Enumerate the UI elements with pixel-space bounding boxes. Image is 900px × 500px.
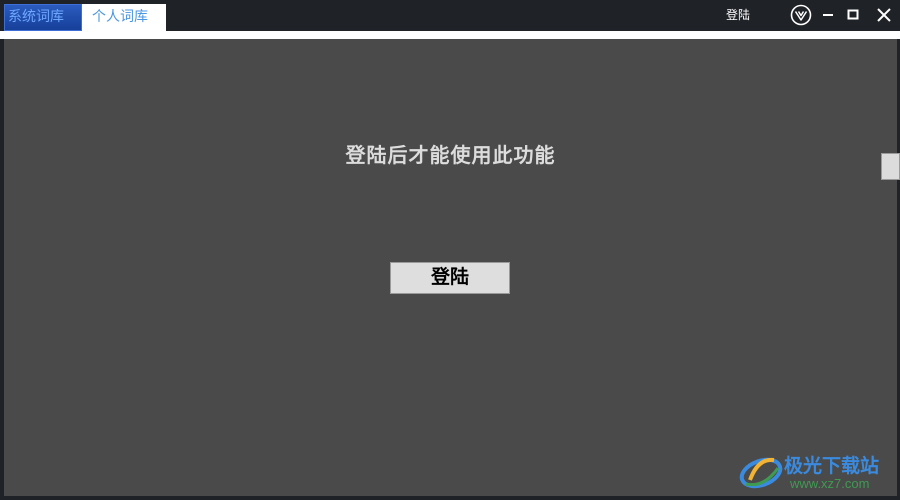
- tab-personal-dictionary[interactable]: 个人词库: [82, 4, 166, 31]
- app-logo-icon[interactable]: [790, 4, 812, 26]
- side-scroll-handle[interactable]: [881, 153, 900, 180]
- login-required-message: 登陆后才能使用此功能: [345, 143, 556, 167]
- titlebar-login-link[interactable]: 登陆: [726, 6, 750, 24]
- tab-underline-strip: [0, 31, 900, 39]
- tab-personal-label: 个人词库: [92, 9, 148, 25]
- watermark-title: 极光下载站: [784, 455, 880, 477]
- watermark: 极光下载站 www.xz7.com: [738, 446, 898, 496]
- content-panel: 登陆后才能使用此功能 登陆: [4, 39, 897, 496]
- close-icon[interactable]: [873, 4, 895, 26]
- tab-system-dictionary[interactable]: 系统词库: [4, 4, 82, 31]
- tab-system-label: 系统词库: [8, 9, 64, 25]
- minimize-icon[interactable]: [817, 4, 839, 26]
- watermark-logo-icon: [739, 457, 783, 489]
- login-button[interactable]: 登陆: [390, 262, 510, 294]
- maximize-icon[interactable]: [842, 4, 864, 26]
- title-bar: 系统词库 个人词库 登陆: [0, 0, 900, 31]
- watermark-url: www.xz7.com: [790, 476, 870, 491]
